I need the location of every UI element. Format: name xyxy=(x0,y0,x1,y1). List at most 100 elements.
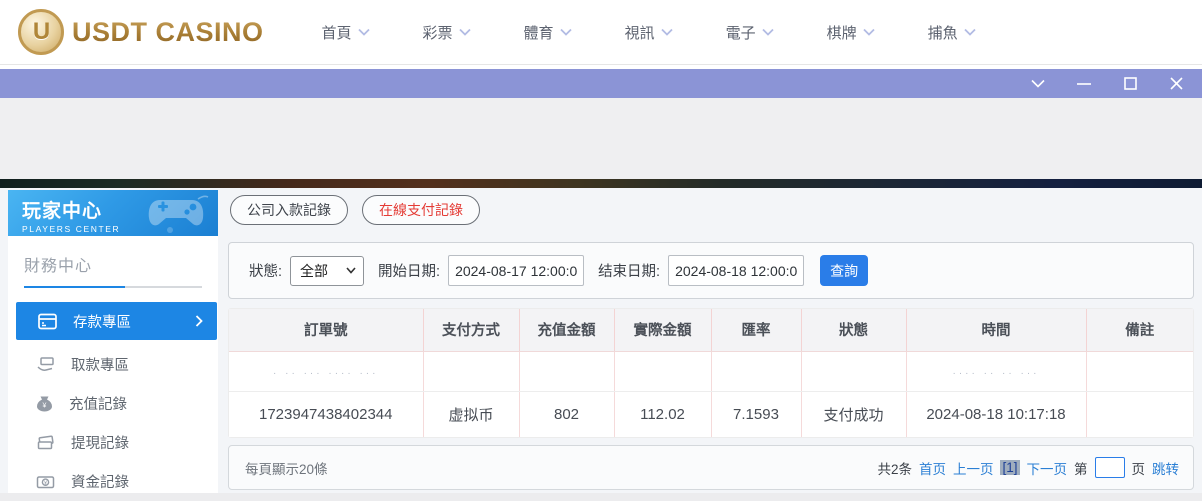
cell-pay-method: 虚拟币 xyxy=(422,391,519,437)
col-rate: 匯率 xyxy=(710,309,801,352)
nav-item-fishing[interactable]: 捕魚 xyxy=(928,22,976,43)
jump-link[interactable]: 跳转 xyxy=(1152,458,1179,478)
sidebar-item-label: 存款專區 xyxy=(73,314,131,331)
chevron-down-icon xyxy=(346,267,356,274)
col-time: 時間 xyxy=(905,309,1086,352)
chevron-down-icon xyxy=(458,28,471,36)
page-number-input[interactable] xyxy=(1094,457,1125,478)
nav-item-label: 電子 xyxy=(725,24,756,42)
nav-item-slots[interactable]: 電子 xyxy=(726,22,774,43)
first-page-link[interactable]: 首页 xyxy=(919,458,946,478)
filter-bar: 狀態: 全部 開始日期: 结束日期: 查詢 xyxy=(228,242,1194,299)
nav-item-label: 視訊 xyxy=(624,24,655,42)
prev-page-link[interactable]: 上一页 xyxy=(953,458,994,478)
chevron-down-icon xyxy=(559,28,572,36)
gamepad-icon xyxy=(148,195,209,233)
chevron-down-icon xyxy=(357,28,370,36)
end-date-input[interactable] xyxy=(668,255,805,286)
cell-amount xyxy=(518,351,614,392)
empty-band xyxy=(0,98,1202,179)
funds-icon: ¥ xyxy=(36,475,55,488)
tab-online-payment-records[interactable]: 在線支付記錄 xyxy=(362,195,480,225)
cell-order-no: · ·· ··· ···· ··· xyxy=(229,351,423,392)
sidebar-item-label: 充值記錄 xyxy=(69,397,127,413)
nav-item-sports[interactable]: 體育 xyxy=(524,22,572,43)
faint-marks: · ·· ··· ···· ··· xyxy=(273,367,379,379)
cell-rate xyxy=(710,351,801,392)
nav-item-label: 體育 xyxy=(523,24,554,42)
records-table: 訂單號 支付方式 充值金額 實際金額 匯率 狀態 時間 備註 · ·· ··· xyxy=(228,308,1194,438)
chevron-down-icon xyxy=(963,28,976,36)
pagination-bar: 每頁顯示20條 共2条 首页 上一页 [1] 下一页 第 页 跳转 xyxy=(228,445,1194,490)
nav-item-label: 捕魚 xyxy=(927,24,958,42)
table-header-row: 訂單號 支付方式 充值金額 實際金額 匯率 狀態 時間 備註 xyxy=(229,309,1193,352)
cell-actual-amount: 112.02 xyxy=(613,391,711,437)
tab-label: 公司入款記錄 xyxy=(247,202,331,218)
logo-coin-icon: U xyxy=(18,9,64,55)
next-page-link[interactable]: 下一页 xyxy=(1027,458,1068,478)
pager-controls: 共2条 首页 上一页 [1] 下一页 第 页 跳转 xyxy=(877,457,1179,478)
tab-company-deposit-records[interactable]: 公司入款記錄 xyxy=(230,195,348,225)
sidebar: 玩家中心 PLAYERS CENTER 財務中心 存款專區 取款專區 ¥ 充值記… xyxy=(8,190,218,493)
chevron-down-icon xyxy=(862,28,875,36)
col-status: 狀態 xyxy=(800,309,906,352)
nav-item-home[interactable]: 首頁 xyxy=(322,22,370,43)
cell-status: 支付成功 xyxy=(800,391,906,437)
sidebar-item-recharge-records[interactable]: ¥ 充值記錄 xyxy=(8,384,218,423)
cell-time: 2024-08-18 10:17:18 xyxy=(905,391,1086,437)
tab-label: 在線支付記錄 xyxy=(379,202,463,218)
sidebar-item-label: 資金記錄 xyxy=(71,475,129,491)
col-remark: 備註 xyxy=(1085,309,1193,352)
faint-marks: ···· ·· ·· ··· xyxy=(952,367,1040,379)
app-window: U USDT CASINO 首頁 彩票 體育 視訊 電子 棋牌 捕魚 玩家中心 … xyxy=(0,0,1202,501)
banknote-icon xyxy=(37,435,54,449)
maximize-button[interactable] xyxy=(1122,76,1138,92)
end-date-label: 结束日期: xyxy=(598,264,661,280)
per-page-label: 每頁顯示20條 xyxy=(245,461,328,477)
sidebar-item-withdrawal-records[interactable]: 提現記錄 xyxy=(8,423,218,462)
status-select[interactable]: 全部 xyxy=(290,255,365,286)
col-pay-method: 支付方式 xyxy=(422,309,519,352)
players-center-banner: 玩家中心 PLAYERS CENTER xyxy=(8,190,218,236)
bottom-strip xyxy=(0,493,1202,501)
cell-remark xyxy=(1085,351,1193,392)
start-date-input[interactable] xyxy=(448,255,585,286)
sidebar-item-deposit-zone[interactable]: 存款專區 xyxy=(16,302,217,340)
status-select-value: 全部 xyxy=(300,262,329,279)
nav-item-label: 首頁 xyxy=(321,24,352,42)
decor-stripe xyxy=(0,179,1202,188)
content-area: 玩家中心 PLAYERS CENTER 財務中心 存款專區 取款專區 ¥ 充值記… xyxy=(0,188,1202,493)
minimize-button[interactable] xyxy=(1076,76,1092,92)
cell-order-no: 1723947438402344 xyxy=(229,391,423,437)
search-button[interactable]: 查詢 xyxy=(820,255,869,286)
cell-rate: 7.1593 xyxy=(710,391,801,437)
cell-status xyxy=(800,351,906,392)
table-row: 1723947438402344 虚拟币 802 112.02 7.1593 支… xyxy=(229,391,1193,437)
sidebar-item-label: 取款專區 xyxy=(71,358,129,374)
chevron-right-icon xyxy=(195,315,203,327)
finance-center-rule xyxy=(24,286,202,288)
start-date-label: 開始日期: xyxy=(378,264,441,280)
record-tabs: 公司入款記錄 在線支付記錄 xyxy=(230,195,480,225)
col-order-no: 訂單號 xyxy=(229,309,423,352)
cell-amount: 802 xyxy=(518,391,614,437)
chevron-down-icon xyxy=(761,28,774,36)
nav-item-live[interactable]: 視訊 xyxy=(625,22,673,43)
jump-suffix-label: 页 xyxy=(1131,461,1146,477)
window-titlebar xyxy=(0,69,1202,98)
cell-pay-method xyxy=(422,351,519,392)
chevron-down-button[interactable] xyxy=(1030,76,1046,92)
chevron-down-icon xyxy=(660,28,673,36)
withdraw-hand-icon xyxy=(37,357,54,371)
site-logo[interactable]: U USDT CASINO xyxy=(18,9,264,55)
logo-text: USDT CASINO xyxy=(72,16,264,47)
cell-remark xyxy=(1085,391,1193,437)
deposit-card-icon xyxy=(38,313,57,329)
nav-item-cards[interactable]: 棋牌 xyxy=(827,22,875,43)
close-button[interactable] xyxy=(1168,76,1184,92)
col-actual-amount: 實際金額 xyxy=(613,309,711,352)
col-amount: 充值金額 xyxy=(518,309,614,352)
site-header: U USDT CASINO 首頁 彩票 體育 視訊 電子 棋牌 捕魚 xyxy=(0,0,1202,65)
nav-item-lottery[interactable]: 彩票 xyxy=(423,22,471,43)
sidebar-item-withdraw-zone[interactable]: 取款專區 xyxy=(8,345,218,384)
